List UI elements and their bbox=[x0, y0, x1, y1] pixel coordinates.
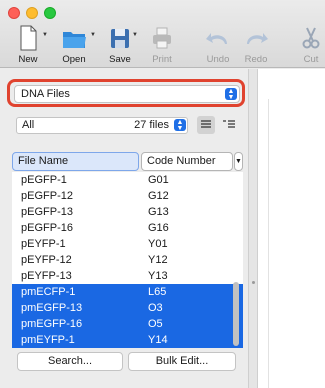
code-number-cell: G16 bbox=[148, 222, 169, 234]
file-name-cell: pEGFP-12 bbox=[21, 190, 73, 202]
file-name-cell: pEGFP-1 bbox=[21, 174, 67, 186]
list-view-button[interactable] bbox=[197, 116, 215, 134]
table-row[interactable]: pmEGFP-13 O3 bbox=[12, 300, 243, 316]
open-label: Open bbox=[62, 54, 86, 65]
undo-arrow-icon bbox=[206, 33, 227, 44]
open-button[interactable]: ▼ Open bbox=[52, 24, 96, 66]
window-toolbar: ▼ New ▼ Open ▼ Save Print Undo Redo Cut bbox=[0, 0, 325, 68]
file-name-cell: pmEGFP-13 bbox=[21, 302, 83, 314]
file-name-cell: pEYFP-13 bbox=[21, 270, 72, 282]
file-list: pEGFP-1 G01 pEGFP-12 G12 pEGFP-13 G13 pEGFP-16… bbox=[12, 172, 243, 348]
file-list-scrollbar[interactable] bbox=[232, 172, 240, 348]
cut-label: Cut bbox=[303, 54, 319, 65]
code-number-cell: Y01 bbox=[148, 238, 168, 250]
source-popup-button[interactable]: DNA Files ▲ ▼ bbox=[14, 85, 240, 103]
new-label: New bbox=[18, 54, 38, 65]
printer-icon bbox=[153, 27, 171, 49]
file-name-cell: pEGFP-16 bbox=[21, 222, 73, 234]
up-down-chevron-icon: ▲ ▼ bbox=[225, 88, 237, 101]
print-label: Print bbox=[152, 54, 172, 65]
code-number-cell: Y14 bbox=[148, 334, 168, 346]
save-label: Save bbox=[109, 54, 131, 65]
table-header: File Name Code Number ▼ bbox=[12, 152, 243, 171]
file-name-cell: pEYFP-12 bbox=[21, 254, 72, 266]
code-number-cell: L65 bbox=[148, 286, 167, 298]
file-browser-panel: DNA Files ▲ ▼ All 27 files ▲ ▼ File Name C… bbox=[0, 69, 248, 388]
code-number-cell: G12 bbox=[148, 190, 169, 202]
list-lines-icon bbox=[201, 120, 211, 128]
column-header-file-name[interactable]: File Name bbox=[12, 152, 139, 171]
code-number-cell: O5 bbox=[148, 318, 163, 330]
table-row[interactable]: pEYFP-1 Y01 bbox=[12, 236, 243, 252]
filter-popup-button[interactable]: All 27 files ▲ ▼ bbox=[16, 117, 188, 134]
up-down-chevron-icon: ▲ ▼ bbox=[174, 119, 186, 132]
chevron-down-icon: ▼ bbox=[90, 32, 96, 38]
filter-selected-label: All bbox=[22, 119, 35, 131]
column-header-code-number[interactable]: Code Number bbox=[141, 152, 233, 171]
table-row[interactable]: pEGFP-13 G13 bbox=[12, 204, 243, 220]
bulk-edit-button[interactable]: Bulk Edit... bbox=[128, 352, 236, 371]
save-button[interactable]: ▼ Save bbox=[98, 24, 142, 66]
outline-view-button[interactable] bbox=[220, 116, 238, 134]
detail-separator bbox=[268, 99, 269, 388]
file-name-cell: pmEYFP-1 bbox=[21, 334, 75, 346]
code-number-cell: O3 bbox=[148, 302, 163, 314]
chevron-down-icon: ▼ bbox=[132, 32, 138, 38]
code-number-cell: Y12 bbox=[148, 254, 168, 266]
detail-pane bbox=[258, 69, 325, 388]
redo-button[interactable]: Redo bbox=[234, 24, 278, 66]
column-menu-chevron-icon[interactable]: ▼ bbox=[234, 152, 243, 171]
file-name-cell: pEYFP-1 bbox=[21, 238, 66, 250]
redo-label: Redo bbox=[244, 54, 268, 65]
new-document-icon bbox=[20, 25, 37, 51]
divider-grip[interactable] bbox=[252, 281, 255, 284]
close-window-button[interactable] bbox=[8, 7, 20, 19]
search-button[interactable]: Search... bbox=[17, 352, 123, 371]
zoom-window-button[interactable] bbox=[44, 7, 56, 19]
table-row[interactable]: pEGFP-1 G01 bbox=[12, 172, 243, 188]
table-row[interactable]: pmEGFP-16 O5 bbox=[12, 316, 243, 332]
outline-list-icon bbox=[223, 120, 235, 128]
table-row[interactable]: pEYFP-12 Y12 bbox=[12, 252, 243, 268]
redo-arrow-icon bbox=[247, 33, 268, 44]
folder-icon bbox=[63, 32, 86, 48]
source-selected-label: DNA Files bbox=[21, 88, 70, 100]
chevron-down-icon: ▼ bbox=[42, 32, 48, 38]
code-number-cell: Y13 bbox=[148, 270, 168, 282]
scrollbar-thumb[interactable] bbox=[233, 282, 239, 346]
save-disk-icon bbox=[111, 29, 129, 48]
split-view-divider[interactable] bbox=[248, 69, 258, 388]
table-row[interactable]: pEGFP-16 G16 bbox=[12, 220, 243, 236]
table-row[interactable]: pmEYFP-1 Y14 bbox=[12, 332, 243, 348]
new-button[interactable]: ▼ New bbox=[6, 24, 50, 66]
table-row[interactable]: pmECFP-1 L65 bbox=[12, 284, 243, 300]
file-name-cell: pmEGFP-16 bbox=[21, 318, 83, 330]
scissors-icon bbox=[302, 27, 320, 49]
minimize-window-button[interactable] bbox=[26, 7, 38, 19]
code-number-cell: G01 bbox=[148, 174, 169, 186]
cut-button[interactable]: Cut bbox=[289, 24, 325, 66]
file-name-cell: pmECFP-1 bbox=[21, 286, 76, 298]
print-button[interactable]: Print bbox=[140, 24, 184, 66]
file-name-cell: pEGFP-13 bbox=[21, 206, 73, 218]
code-number-cell: G13 bbox=[148, 206, 169, 218]
table-row[interactable]: pEGFP-12 G12 bbox=[12, 188, 243, 204]
file-count-label: 27 files bbox=[134, 119, 169, 131]
table-row[interactable]: pEYFP-13 Y13 bbox=[12, 268, 243, 284]
